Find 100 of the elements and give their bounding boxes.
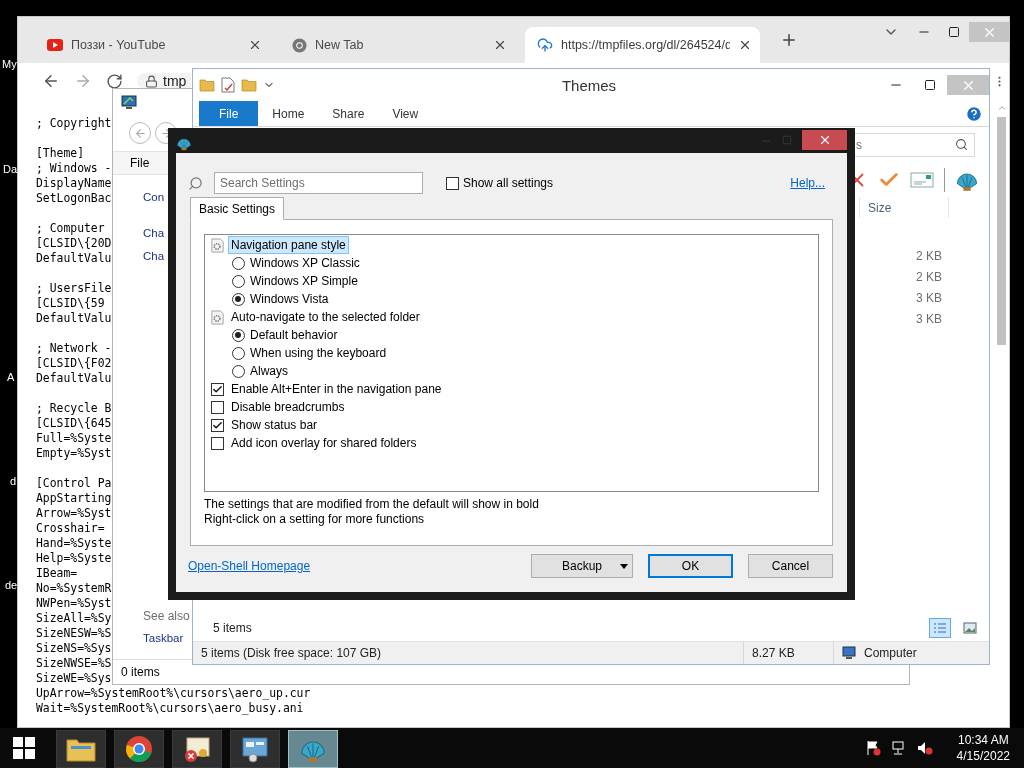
monitor-icon bbox=[121, 94, 137, 110]
card-icon[interactable] bbox=[910, 170, 934, 189]
code-line: AppStarting bbox=[36, 491, 112, 506]
status-text: Computer bbox=[864, 646, 917, 660]
ribbon-tab[interactable]: Share bbox=[318, 101, 379, 126]
browser-icon bbox=[292, 37, 307, 53]
homepage-link[interactable]: Open-Shell Homepage bbox=[188, 559, 311, 573]
code-line: IBeam= bbox=[36, 566, 78, 581]
help-link[interactable]: Help... bbox=[790, 176, 825, 190]
hint-text: Right-click on a setting for more functions bbox=[204, 512, 426, 527]
setting-label[interactable]: Disable breadcrumbs bbox=[228, 398, 348, 416]
setting-label[interactable]: Default behavior bbox=[247, 326, 341, 344]
code-line: [Control Pa bbox=[36, 476, 112, 491]
network-icon[interactable] bbox=[890, 740, 907, 756]
help-icon[interactable] bbox=[965, 104, 983, 123]
code-line: [CLSID\{59 bbox=[36, 296, 105, 311]
document-icon[interactable] bbox=[221, 77, 235, 93]
code-line: Hand=%Syste bbox=[36, 536, 112, 551]
radio-button[interactable] bbox=[231, 256, 245, 270]
status-text: 0 items bbox=[121, 665, 160, 679]
clock[interactable]: 10:34 AM 4/15/2022 bbox=[956, 732, 1010, 764]
taskbar-app-button[interactable] bbox=[230, 730, 280, 768]
ribbon-tab[interactable]: Home bbox=[258, 101, 319, 126]
folder-icon bbox=[66, 736, 96, 762]
checkbox[interactable] bbox=[210, 400, 224, 414]
code-line: DisplayName bbox=[36, 176, 112, 191]
status-text: 5 items (Disk free space: 107 GB) bbox=[201, 646, 382, 660]
address-bar[interactable]: tmp bbox=[137, 73, 191, 89]
reload-icon[interactable] bbox=[106, 72, 123, 90]
setting-label[interactable]: Navigation pane style bbox=[228, 236, 349, 254]
maximize-icon[interactable] bbox=[948, 26, 960, 38]
close-icon[interactable] bbox=[493, 38, 507, 52]
taskbar-app-button[interactable] bbox=[172, 730, 222, 768]
column-header[interactable]: Size bbox=[859, 197, 949, 218]
close-icon[interactable] bbox=[738, 38, 752, 52]
code-line: Wait=%SystemRoot%\cursors\aero_busy.ani bbox=[36, 701, 304, 716]
setting-label[interactable]: Windows XP Classic bbox=[247, 254, 363, 272]
speaker-muted-icon[interactable] bbox=[916, 740, 933, 756]
radio-button[interactable] bbox=[231, 292, 245, 306]
ribbon-tab[interactable]: File bbox=[199, 101, 259, 126]
code-line: Empty=%Syst bbox=[36, 446, 112, 461]
setting-label[interactable]: Windows XP Simple bbox=[247, 272, 361, 290]
code-line: UpArrow=%SystemRoot%\cursors\aero_up.cur bbox=[36, 686, 311, 701]
setting-label[interactable]: Show status bar bbox=[228, 416, 321, 434]
code-line: DefaultValu bbox=[36, 371, 112, 386]
desktop-icon-label: Da bbox=[3, 163, 18, 175]
caret-icon bbox=[620, 564, 628, 569]
browser-icon bbox=[125, 735, 153, 763]
code-line: No=%SystemR bbox=[36, 581, 112, 596]
search-field[interactable]: Search Settings bbox=[214, 172, 423, 194]
checkbox[interactable] bbox=[210, 382, 224, 396]
settings-tab[interactable]: Basic Settings bbox=[190, 197, 285, 220]
dialog-button[interactable]: Backup bbox=[531, 554, 633, 578]
file-size: 2 KB bbox=[915, 269, 943, 284]
setting-label[interactable]: Auto-navigate to the selected folder bbox=[228, 308, 423, 326]
item-count: 5 items bbox=[213, 621, 252, 635]
settings-page-icon bbox=[209, 309, 225, 325]
task-link[interactable]: Taskbar bbox=[143, 631, 184, 645]
code-line: [CLSID\{645 bbox=[36, 416, 112, 431]
dialog-button[interactable]: OK bbox=[648, 554, 733, 578]
flag-error-icon[interactable] bbox=[864, 740, 881, 756]
browser-tab[interactable]: Поззи - YouTube bbox=[35, 27, 270, 63]
setting-label[interactable]: Windows Vista bbox=[247, 290, 332, 308]
checkbox[interactable] bbox=[210, 436, 224, 450]
setting-label[interactable]: Enable Alt+Enter in the navigation pane bbox=[228, 380, 445, 398]
settings-page-icon bbox=[209, 237, 225, 253]
menu-item[interactable]: File bbox=[130, 156, 150, 170]
radio-button[interactable] bbox=[231, 364, 245, 378]
code-line: NWPen=%Syst bbox=[36, 596, 112, 611]
radio-button[interactable] bbox=[231, 274, 245, 288]
browser-tab[interactable]: New Tab bbox=[280, 27, 515, 63]
setting-label[interactable]: When using the keyboard bbox=[247, 344, 390, 362]
status-text: 8.27 KB bbox=[752, 646, 795, 660]
new-tab-icon[interactable] bbox=[780, 31, 798, 49]
certificate-error-icon bbox=[183, 735, 211, 763]
taskbar-app-button[interactable] bbox=[56, 730, 106, 768]
back-icon[interactable] bbox=[42, 72, 60, 90]
close-icon[interactable] bbox=[248, 38, 262, 52]
setting-label[interactable]: Add icon overlay for shared folders bbox=[228, 434, 420, 452]
radio-button[interactable] bbox=[231, 346, 245, 360]
task-link[interactable]: Con bbox=[143, 190, 165, 204]
ribbon-tab[interactable]: View bbox=[378, 101, 433, 126]
maximize-icon[interactable] bbox=[924, 79, 936, 91]
scroll-thumb[interactable] bbox=[997, 117, 1006, 345]
code-line: DefaultValu bbox=[36, 311, 112, 326]
code-line: SizeNS=%Sys bbox=[36, 641, 112, 656]
search-icon bbox=[955, 138, 968, 151]
setting-label[interactable]: Always bbox=[247, 362, 291, 380]
radio-button[interactable] bbox=[231, 328, 245, 342]
taskbar-app-button[interactable] bbox=[114, 730, 164, 768]
task-link[interactable]: Cha bbox=[143, 226, 165, 240]
dialog-button[interactable]: Cancel bbox=[748, 554, 833, 578]
shell-icon bbox=[176, 135, 192, 151]
code-line: [Theme] bbox=[36, 146, 84, 161]
code-line: ; UsersFile bbox=[36, 281, 112, 296]
code-line: SizeAll=%Sy bbox=[36, 611, 112, 626]
task-link[interactable]: Cha bbox=[143, 249, 165, 263]
desktop-icon-label: My bbox=[2, 58, 17, 70]
show-all-checkbox[interactable]: Show all settings bbox=[446, 176, 554, 190]
checkbox[interactable] bbox=[210, 418, 224, 432]
